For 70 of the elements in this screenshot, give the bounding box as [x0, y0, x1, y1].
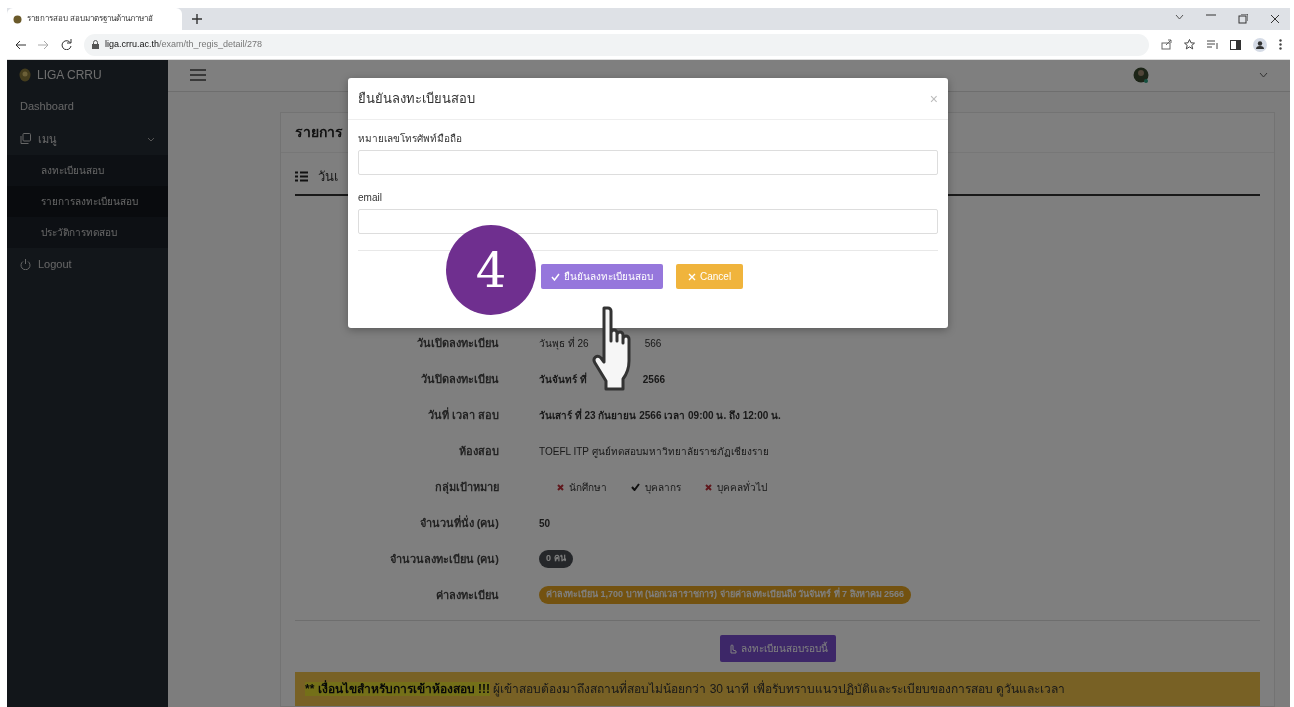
submenu-item[interactable]: ประวัติการทดสอบ	[7, 217, 168, 248]
text-input[interactable]	[358, 150, 938, 175]
cross-icon	[705, 483, 712, 491]
back-icon[interactable]	[15, 39, 26, 50]
cancel-button[interactable]: Cancel	[676, 264, 744, 289]
confirm-button[interactable]: ยืนยันลงทะเบียนสอบ	[541, 264, 663, 289]
browser-tab[interactable]: รายการสอบ สอบมาตรฐานด้านภาษาอั	[7, 8, 182, 30]
field-label: กลุ่มเป้าหมาย	[434, 479, 499, 496]
reload-icon[interactable]	[61, 39, 72, 50]
close-icon[interactable]	[1270, 14, 1280, 24]
profile-icon[interactable]	[1253, 37, 1267, 52]
check-icon	[631, 483, 640, 491]
chevron-icon	[147, 136, 155, 143]
menu-group[interactable]: เมนู	[7, 122, 168, 155]
power-icon	[20, 258, 31, 270]
copy-icon	[20, 133, 31, 145]
dialog-title: ยืนยันลงทะเบียนสอบ	[358, 89, 475, 108]
register-button[interactable]: ลงทะเบียนสอบรอบนี้	[719, 635, 836, 662]
tab-title: รายการสอบ สอบมาตรฐานด้านภาษาอั	[27, 13, 154, 25]
chevron-down-icon[interactable]	[1175, 14, 1184, 20]
field-value: 566	[644, 336, 662, 351]
more-icon[interactable]	[1279, 39, 1282, 50]
field-label: ค่าลงทะเบียน	[435, 587, 499, 603]
field-value: 2566	[642, 372, 666, 387]
field-label: วันเปิดลงทะเบียน	[416, 335, 499, 351]
count-badge: 0 คน	[539, 550, 573, 568]
logo-icon	[19, 68, 31, 82]
target-group-item: บุคคลทั่วไป	[705, 479, 767, 495]
cross-icon	[557, 483, 564, 491]
site-logo-icon	[13, 14, 22, 24]
field-label: จำนวนที่นั่ง (คน)	[418, 514, 499, 531]
address-bar[interactable]: liga.crru.ac.th/exam/th_regis_detail/278	[84, 33, 1149, 56]
restore-icon[interactable]	[1238, 14, 1248, 24]
menu-icon[interactable]	[190, 69, 206, 82]
field-value: วันเสาร์ ที่ 23 กันยายน 2566 เวลา 09:00 น. ถึง 12:00 น.	[539, 407, 781, 423]
list-icon	[295, 170, 308, 182]
close-icon	[688, 273, 696, 282]
field-value: วันจันทร์ ที่	[539, 371, 587, 387]
lock-icon	[92, 40, 99, 49]
avatar-icon[interactable]	[1133, 66, 1149, 85]
field-value: TOEFL ITP ศูนย์ทดสอบมหาวิทยาลัยราชภัฏเชียงราย	[539, 444, 769, 459]
chevron-down-icon[interactable]	[1259, 72, 1268, 79]
field-value: วันพุธ ที่ 26	[539, 335, 589, 351]
new-tab-icon[interactable]	[192, 14, 202, 24]
target-group-item: บุคลากร	[631, 479, 681, 495]
conditions-alert: ** เงื่อนไขสำหรับการเข้าห้องสอบ !!! ผู้เข้าสอบต้องมาถึงสถานที่สอบไม่น้อยกว่า 30 นาที เพื่อรับทราบแนวปฏิบัติและระเบียบของการสอบ ดูวันและเวลา	[295, 672, 1260, 706]
check-icon	[551, 273, 560, 282]
sidebar-item[interactable]: Logout	[7, 248, 168, 281]
submenu-item[interactable]: ลงทะเบียนสอบ	[7, 155, 168, 186]
sidebar-item[interactable]: Dashboard	[7, 90, 168, 123]
field-label: วันปิดลงทะเบียน	[420, 371, 499, 387]
fee-badge: ค่าลงทะเบียน 1,700 บาท (นอกเวลาราชการ) จ่ายค่าลงทะเบียนถึง วันจันทร์ ที่ 7 สิงหาคม 2566	[539, 586, 912, 604]
card-title: รายการ	[295, 122, 343, 142]
field-label: email	[358, 191, 382, 205]
field-label: จำนวนลงทะเบียน (คน)	[388, 551, 499, 567]
target-group-item: นักศึกษา	[557, 479, 607, 495]
playlist-icon[interactable]	[1207, 40, 1218, 49]
field-label: ห้องสอบ	[458, 443, 499, 459]
brand-name: LIGA CRRU	[37, 67, 102, 84]
star-icon[interactable]	[1184, 39, 1195, 50]
text-input[interactable]	[358, 209, 938, 234]
section-title: วันเ	[318, 167, 338, 186]
close-button[interactable]: ×	[929, 91, 938, 106]
share-icon[interactable]	[1161, 39, 1172, 50]
side-panel-icon[interactable]	[1230, 39, 1241, 50]
field-label: วันที่ เวลา สอบ	[426, 406, 499, 423]
field-value: 50	[539, 516, 551, 531]
field-label: หมายเลขโทรศัพท์มือถือ	[358, 132, 462, 146]
url-text: liga.crru.ac.th/exam/th_regis_detail/278	[105, 37, 263, 51]
submenu-item[interactable]: รายการลงทะเบียนสอบ	[7, 186, 168, 217]
